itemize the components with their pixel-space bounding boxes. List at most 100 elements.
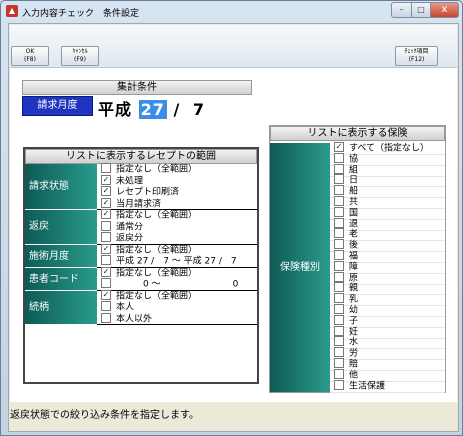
- toolbar: OK (F8) ｷｬﾝｾﾙ (F9) ﾁｪｯｸ項目 (F12): [10, 25, 457, 68]
- range-option[interactable]: 0 ～ 0: [97, 278, 257, 290]
- range-option-label: 本人: [116, 302, 135, 313]
- checkbox[interactable]: [334, 304, 344, 314]
- insurance-option-label: 賠: [349, 359, 359, 370]
- checkbox[interactable]: [334, 336, 344, 347]
- range-option-label: 指定なし（全範囲）: [116, 245, 198, 255]
- range-option[interactable]: ✓ 当月請求済: [97, 197, 257, 210]
- cancel-key: (F9): [74, 56, 86, 63]
- checkbox[interactable]: [334, 239, 344, 250]
- checkbox[interactable]: [334, 185, 344, 196]
- range-option-label: 通常分: [116, 222, 144, 232]
- ok-key: (F8): [24, 56, 36, 63]
- insurance-type-label: 保険種別: [270, 143, 330, 392]
- window-title: 入力内容チェック 条件設定: [22, 9, 140, 19]
- checkbox[interactable]: ✓: [101, 266, 111, 277]
- main-area: 集計条件 請求月度 平成 27 / 7 リストに表示する保険 保険種別 ✓ すべて…: [10, 68, 457, 402]
- checkbox[interactable]: [334, 174, 344, 185]
- app-icon: ▲: [6, 5, 18, 17]
- checkbox[interactable]: ✓: [101, 209, 111, 219]
- range-option[interactable]: ✓ レセプト印刷済: [97, 186, 257, 198]
- cancel-button[interactable]: ｷｬﾝｾﾙ (F9): [61, 46, 99, 66]
- checkbox[interactable]: [334, 206, 344, 217]
- range-option-label: 返戻分: [116, 233, 144, 244]
- month-field[interactable]: 7: [193, 100, 205, 119]
- insurance-option[interactable]: 生活保護: [330, 379, 445, 393]
- ok-label: OK: [25, 48, 35, 55]
- checkbox[interactable]: [334, 358, 344, 368]
- insurance-option-label: 幼: [349, 305, 359, 316]
- title-bar: ▲ 入力内容チェック 条件設定 – □ x: [1, 1, 462, 21]
- checkbox[interactable]: ✓: [101, 243, 111, 254]
- insurance-option-label: 親: [349, 283, 359, 294]
- check-items-button[interactable]: ﾁｪｯｸ項目 (F12): [395, 46, 438, 66]
- range-option[interactable]: ✓ 指定なし（全範囲）: [97, 209, 257, 221]
- checkbox[interactable]: ✓: [334, 142, 344, 152]
- insurance-option-label: 原: [349, 273, 359, 284]
- range-option-label: 指定なし（全範囲）: [116, 291, 198, 301]
- insurance-option-label: 福: [349, 251, 359, 262]
- checkbox[interactable]: [334, 293, 344, 304]
- range-option-label: レセプト印刷済: [116, 187, 180, 198]
- range-option[interactable]: 指定なし（全範囲）: [97, 163, 257, 175]
- insurance-option-label: 生活保護: [349, 381, 386, 392]
- insurance-option-label: 労: [349, 348, 359, 359]
- maximize-button[interactable]: □: [411, 2, 431, 18]
- window: ▲ 入力内容チェック 条件設定 – □ x OK (F8) ｷｬﾝｾﾙ (F9)…: [0, 0, 463, 436]
- checkbox[interactable]: [334, 196, 344, 206]
- range-option[interactable]: ✓ 指定なし（全範囲）: [97, 266, 257, 279]
- insurance-option-label: 老: [349, 229, 359, 240]
- checkbox[interactable]: [101, 163, 111, 173]
- checkbox[interactable]: [101, 301, 111, 311]
- era-text: 平成: [98, 100, 133, 119]
- insurance-option-label: 国: [349, 208, 359, 219]
- minimize-button[interactable]: –: [391, 2, 412, 18]
- range-option[interactable]: 本人以外: [97, 312, 257, 325]
- range-option[interactable]: ✓ 指定なし（全範囲）: [97, 243, 257, 256]
- cancel-label: ｷｬﾝｾﾙ: [72, 48, 88, 55]
- billing-month-value[interactable]: 平成 27 / 7: [98, 96, 205, 120]
- checkbox[interactable]: [101, 255, 111, 265]
- checkbox[interactable]: [334, 250, 344, 260]
- range-option-label: 0 ～ 0: [116, 279, 239, 290]
- year-field[interactable]: 27: [138, 100, 167, 119]
- checkbox[interactable]: [334, 152, 344, 163]
- checkbox[interactable]: [334, 217, 344, 228]
- insurance-option-label: 退: [349, 219, 359, 230]
- range-option[interactable]: 平成 27 / 7 ～ 平成 27 / 7: [97, 255, 257, 267]
- checkbox[interactable]: [334, 163, 344, 174]
- checkbox[interactable]: [334, 260, 344, 271]
- billing-month-label: 請求月度: [22, 96, 93, 116]
- checkbox[interactable]: [334, 228, 344, 239]
- ok-button[interactable]: OK (F8): [11, 46, 49, 66]
- checkbox[interactable]: ✓: [101, 186, 111, 196]
- checkbox[interactable]: [101, 312, 111, 323]
- client-area: OK (F8) ｷｬﾝｾﾙ (F9) ﾁｪｯｸ項目 (F12) 集計条件 請求月…: [8, 23, 459, 432]
- range-option-label: 指定なし（全範囲）: [116, 164, 198, 175]
- checkbox[interactable]: ✓: [101, 174, 111, 185]
- range-option[interactable]: 通常分: [97, 220, 257, 233]
- checkbox[interactable]: [334, 325, 344, 336]
- range-option-label: 指定なし（全範囲）: [116, 210, 198, 221]
- range-option[interactable]: 返戻分: [97, 232, 257, 244]
- checkbox[interactable]: [334, 314, 344, 325]
- range-group-label: 患者コード: [25, 267, 97, 291]
- checkbox[interactable]: [334, 282, 344, 293]
- close-button[interactable]: x: [430, 2, 459, 18]
- range-option[interactable]: 本人: [97, 301, 257, 313]
- checkbox[interactable]: ✓: [101, 197, 111, 208]
- insurance-option-label: 水: [349, 337, 359, 348]
- range-option[interactable]: ✓ 指定なし（全範囲）: [97, 289, 257, 302]
- checkbox[interactable]: [334, 271, 344, 282]
- checkbox[interactable]: [334, 347, 344, 358]
- checkbox[interactable]: [101, 220, 111, 231]
- status-message: 返戻状態での絞り込み条件を指定します。: [10, 410, 199, 421]
- checkbox[interactable]: [334, 379, 344, 390]
- receipt-range-header: リストに表示するレセプトの範囲: [25, 149, 257, 164]
- insurance-option-label: 障: [349, 262, 359, 273]
- range-option[interactable]: ✓ 未処理: [97, 174, 257, 187]
- checkbox[interactable]: [101, 232, 111, 242]
- checkbox[interactable]: ✓: [101, 289, 111, 300]
- insurance-header: リストに表示する保険: [270, 126, 445, 141]
- checkbox[interactable]: [334, 368, 344, 379]
- checkbox[interactable]: [101, 278, 111, 288]
